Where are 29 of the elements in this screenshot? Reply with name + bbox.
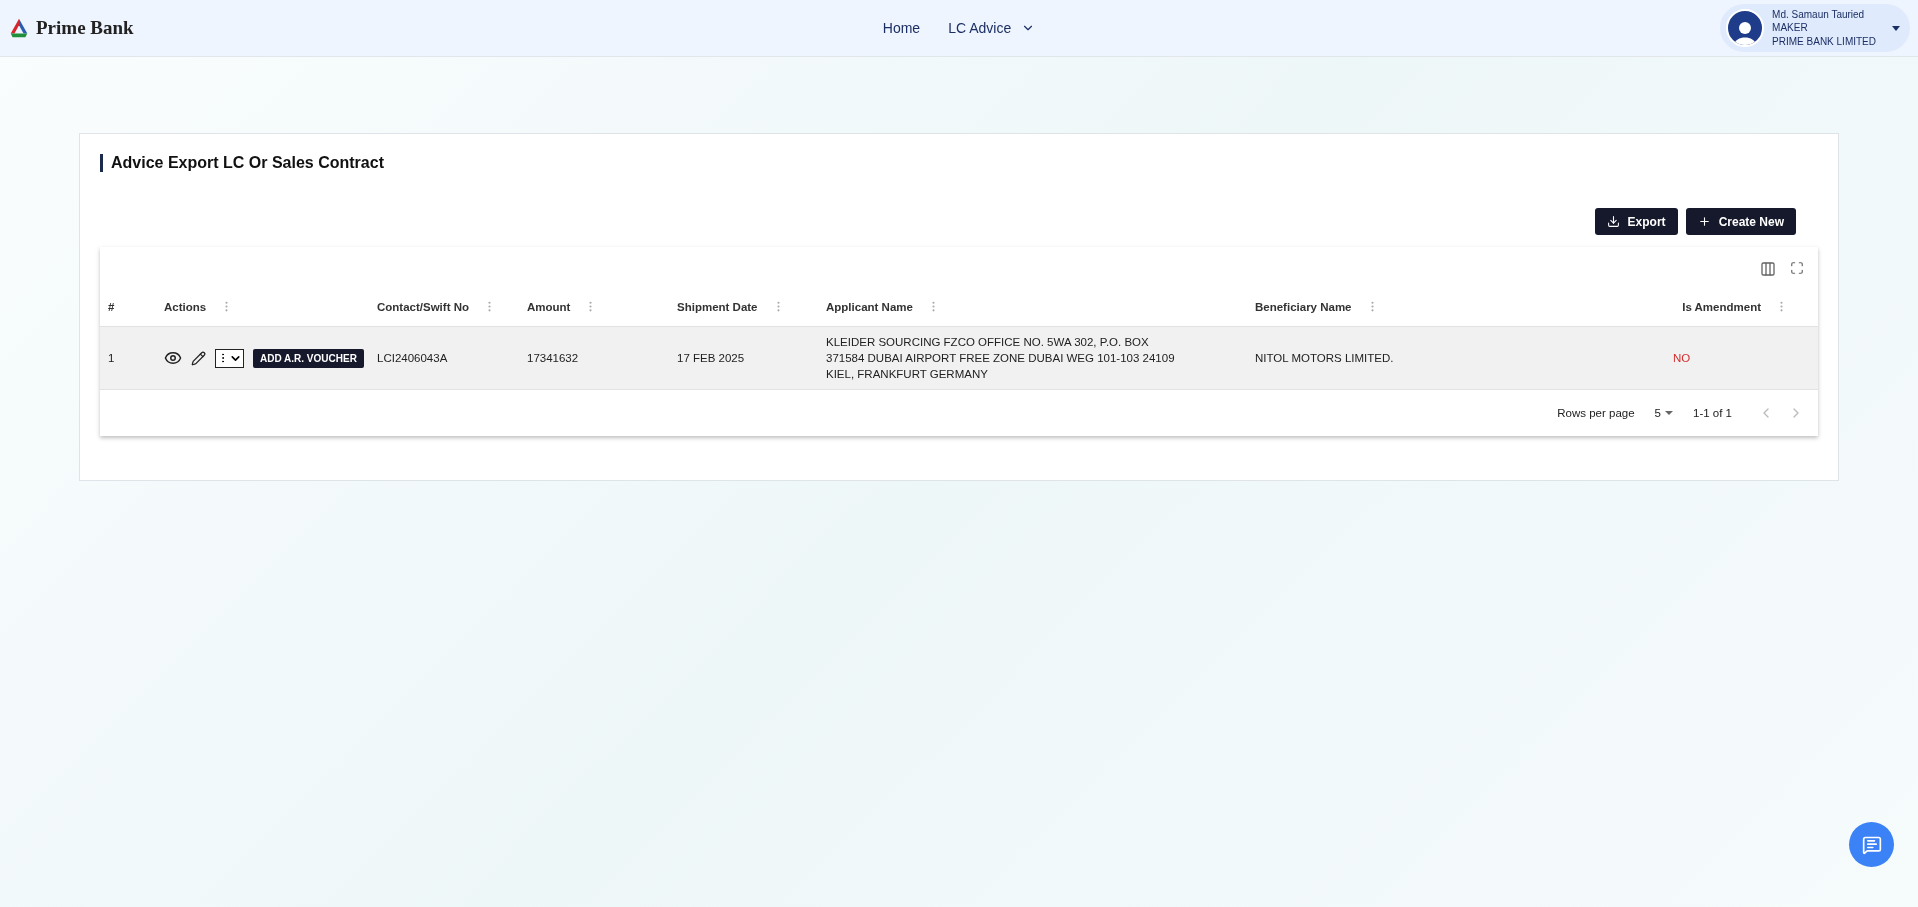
nav-link[interactable]: LC Advice — [948, 20, 1036, 36]
page-range: 1-1 of 1 — [1693, 407, 1732, 419]
table-cell-text: LCI2406043A — [376, 351, 449, 366]
column-header: Beneficiary Name — [1255, 300, 1352, 313]
table-cell-text: NITOL MOTORS LIMITED. — [1254, 351, 1395, 366]
table-cell-text: 17341632 — [526, 351, 580, 366]
column-header: Shipment Date — [677, 300, 758, 313]
export-button[interactable]: Export — [1594, 208, 1678, 235]
column-header: Applicant Name — [826, 300, 913, 313]
user-menu[interactable]: Md. Samaun Tauried MAKER PRIME BANK LIMITED — [1720, 3, 1910, 53]
rows-per-page-select[interactable]: 5 — [1648, 406, 1679, 420]
brand-name: Prime Bank — [36, 17, 134, 39]
user-role: MAKER — [1772, 21, 1809, 35]
table-cell-text: 17 FEB 2025 — [676, 351, 746, 366]
table-cell-text: 1 — [107, 351, 116, 366]
table-cell-text: KLEIDER SOURCING FZCO OFFICE NO. 5WA 302, P.O. BOX 371584 DUBAI AIRPORT FREE ZONE DUBAI WEG 101-103 24109 KIEL, FRANKFURT GERMANY — [825, 335, 1176, 382]
user-company: PRIME BANK LIMITED — [1772, 34, 1876, 49]
column-header: Actions — [164, 300, 207, 313]
amendment-status: NO — [1672, 352, 1692, 364]
column-header: # — [108, 300, 115, 313]
voucher-button[interactable]: ADD A.R. VOUCHER — [253, 348, 364, 368]
nav-link[interactable]: Home — [882, 20, 921, 36]
column-header: Contact/Swift No — [377, 300, 469, 313]
column-header: Is Amendment — [1682, 300, 1761, 313]
page-title: Advice Export LC Or Sales Contract — [100, 154, 1818, 172]
user-name: Md. Samaun Tauried — [1772, 7, 1866, 22]
rows-per-page-label: Rows per page — [1557, 407, 1635, 419]
column-header: Amount — [527, 300, 571, 313]
create-button[interactable]: Create New — [1685, 208, 1796, 235]
